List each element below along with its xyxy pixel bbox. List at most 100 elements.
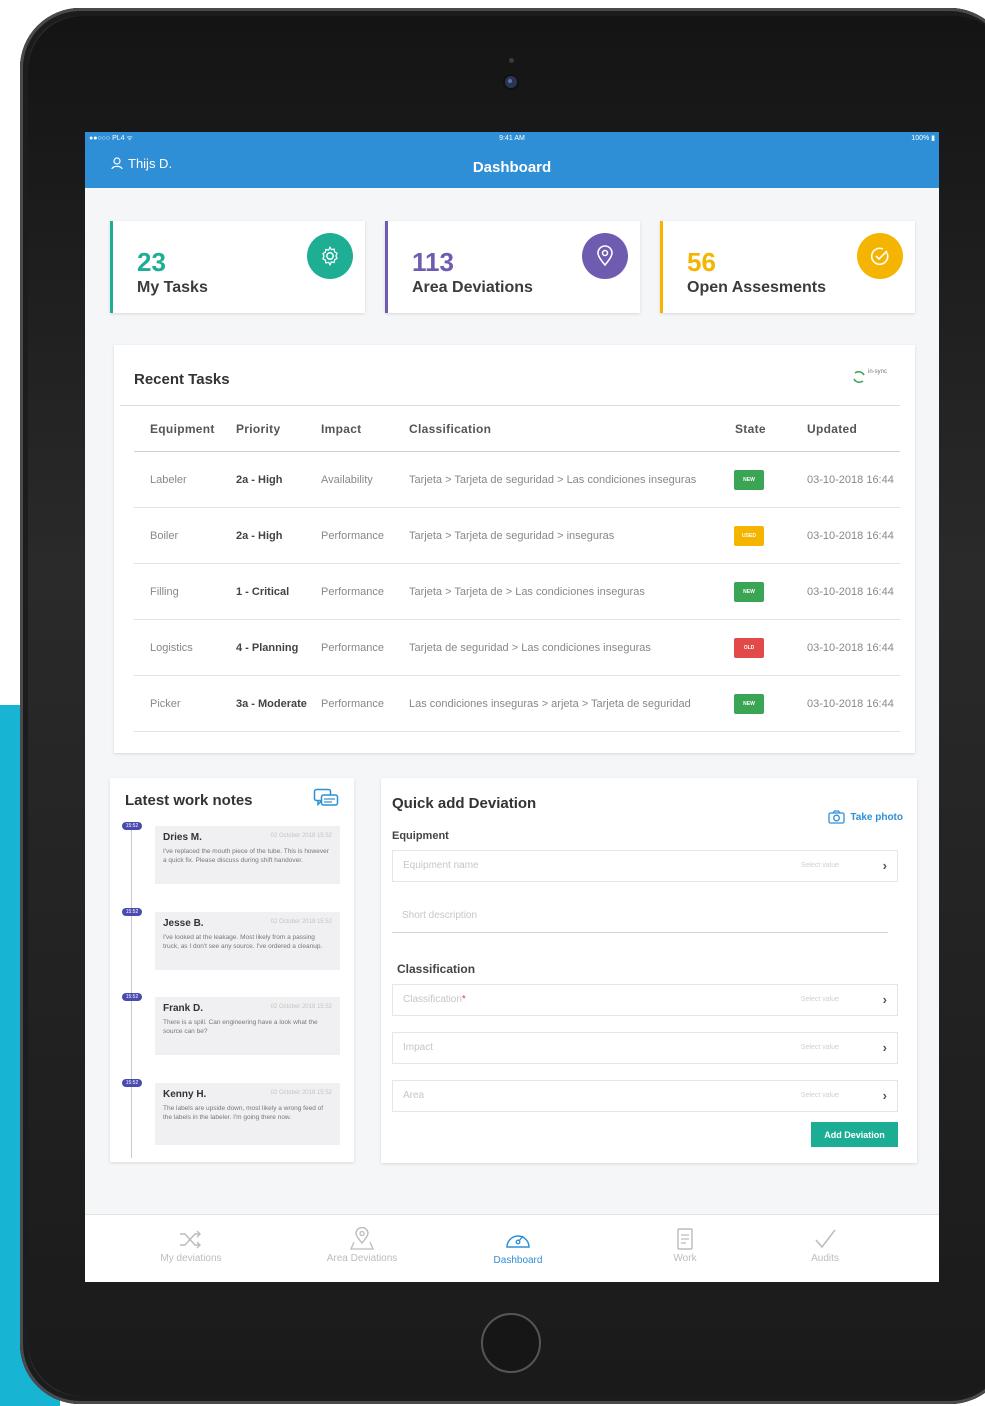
table-header-row: Equipment Priority Impact Classification… xyxy=(134,406,900,452)
required-asterisk: * xyxy=(461,994,466,1005)
check-circle-icon xyxy=(857,233,903,279)
classification-placeholder: Classification* xyxy=(403,994,466,1005)
work-note[interactable]: Frank D. 02 October 2018 15:52 There is … xyxy=(155,997,340,1055)
cell-updated: 03-10-2018 16:44 xyxy=(807,585,894,598)
short-description-placeholder: Short description xyxy=(402,910,478,921)
home-button[interactable] xyxy=(481,1313,541,1373)
speedometer-icon xyxy=(506,1235,530,1248)
area-placeholder: Area xyxy=(403,1090,425,1101)
cell-classification: Tarjeta > Tarjeta de > Las condiciones i… xyxy=(409,585,645,598)
table-row[interactable]: Filling 1 - Critical Performance Tarjeta… xyxy=(134,564,900,620)
status-badge: NEW xyxy=(734,693,764,714)
table-row[interactable]: Picker 3a - Moderate Performance Las con… xyxy=(134,676,900,732)
tab-work[interactable]: Work xyxy=(615,1227,755,1264)
cell-equipment: Picker xyxy=(150,697,181,710)
status-badge: OLD xyxy=(734,637,764,658)
recent-tasks-title: Recent Tasks xyxy=(134,371,230,388)
cell-priority: 2a - High xyxy=(236,473,283,486)
impact-select[interactable]: Impact Select value › xyxy=(392,1032,898,1064)
cell-classification: Las condiciones inseguras > arjeta > Tar… xyxy=(409,697,691,710)
chevron-right-icon: › xyxy=(882,858,887,873)
cell-impact: Performance xyxy=(321,529,384,542)
column-header-updated[interactable]: Updated xyxy=(807,422,857,436)
stat-card-area-deviations[interactable]: 113 Area Deviations xyxy=(385,221,640,313)
sync-status[interactable]: in-sync xyxy=(852,369,887,385)
equipment-label: Equipment xyxy=(392,830,449,842)
clock: 9:41 AM xyxy=(499,135,525,142)
chat-icon[interactable] xyxy=(313,788,339,810)
take-photo-button[interactable]: Take photo xyxy=(828,810,903,824)
cell-impact: Performance xyxy=(321,641,384,654)
column-header-classification[interactable]: Classification xyxy=(409,422,491,436)
cell-priority: 1 - Critical xyxy=(236,585,290,598)
cell-equipment: Boiler xyxy=(150,529,179,542)
checkmark-icon xyxy=(815,1229,836,1249)
column-header-impact[interactable]: Impact xyxy=(321,422,361,436)
table-row[interactable]: Labeler 2a - High Availability Tarjeta >… xyxy=(134,452,900,508)
shuffle-icon xyxy=(180,1230,201,1249)
table-row[interactable]: Boiler 2a - High Performance Tarjeta > T… xyxy=(134,508,900,564)
location-pin-icon xyxy=(582,233,628,279)
note-date: 02 October 2018 15:52 xyxy=(270,1004,332,1010)
stat-card-open-assesments[interactable]: 56 Open Assesments xyxy=(660,221,915,313)
top-nav-bar: Thijs D. Dashboard xyxy=(85,146,939,188)
select-value-hint: Select value xyxy=(800,996,839,1003)
work-note[interactable]: Jesse B. 02 October 2018 15:52 I've look… xyxy=(155,912,340,970)
map-pin-icon xyxy=(350,1227,374,1250)
work-notes-card: Latest work notes 15:52 Dries M. 02 Octo… xyxy=(110,778,354,1162)
quick-add-title: Quick add Deviation xyxy=(392,795,537,812)
tab-label: Dashboard xyxy=(493,1255,543,1266)
sync-label: in-sync xyxy=(867,369,887,375)
equipment-select[interactable]: Equipment name Select value › xyxy=(392,850,898,882)
front-camera xyxy=(505,76,517,88)
stat-card-my-tasks[interactable]: 23 My Tasks xyxy=(110,221,365,313)
bottom-tab-bar: My deviations Area Deviations Dashboard … xyxy=(85,1214,939,1282)
work-note[interactable]: Dries M. 02 October 2018 15:52 I've repl… xyxy=(155,826,340,884)
sync-icon xyxy=(853,370,865,384)
tab-dashboard[interactable]: Dashboard xyxy=(448,1227,588,1266)
work-notes-title: Latest work notes xyxy=(125,792,253,809)
status-bar: ●●○○○ PL4 ᯤ 9:41 AM 100% ▮ xyxy=(85,132,939,146)
cell-classification: Tarjeta de seguridad > Las condiciones i… xyxy=(409,641,651,654)
tab-label: Audits xyxy=(811,1253,839,1264)
cell-classification: Tarjeta > Tarjeta de seguridad > insegur… xyxy=(409,529,615,542)
tab-label: Area Deviations xyxy=(326,1253,398,1264)
cell-impact: Performance xyxy=(321,697,384,710)
note-date: 02 October 2018 15:52 xyxy=(270,833,332,839)
short-description-input[interactable]: Short description xyxy=(392,902,888,933)
classification-select[interactable]: Classification* Select value › xyxy=(392,984,898,1016)
area-select[interactable]: Area Select value › xyxy=(392,1080,898,1112)
column-header-priority[interactable]: Priority xyxy=(236,422,280,436)
quick-add-card: Quick add Deviation Take photo Equipment… xyxy=(381,778,917,1163)
select-value-hint: Select value xyxy=(800,1092,839,1099)
app-screen: ●●○○○ PL4 ᯤ 9:41 AM 100% ▮ Thijs D. Dash… xyxy=(85,132,939,1282)
stat-label: Area Deviations xyxy=(412,279,533,296)
timeline-time: 15:52 xyxy=(122,908,142,916)
work-note[interactable]: Kenny H. 02 October 2018 15:52 The label… xyxy=(155,1083,340,1145)
recent-tasks-card: Recent Tasks in-sync Equipment Priority … xyxy=(114,345,915,753)
gear-icon xyxy=(307,233,353,279)
timeline-time: 15:52 xyxy=(122,1079,142,1087)
status-badge: USED xyxy=(734,525,764,546)
note-text: There is a spill. Can engineering have a… xyxy=(163,1019,318,1035)
timeline-line xyxy=(131,824,132,1158)
tab-label: My deviations xyxy=(160,1253,222,1264)
stat-label: Open Assesments xyxy=(687,279,827,296)
tab-my-deviations[interactable]: My deviations xyxy=(121,1227,261,1264)
tab-area-deviations[interactable]: Area Deviations xyxy=(292,1227,432,1264)
column-header-state[interactable]: State xyxy=(735,422,766,436)
add-deviation-button[interactable]: Add Deviation xyxy=(811,1122,898,1147)
column-header-equipment[interactable]: Equipment xyxy=(150,422,215,436)
note-text: I've replaced the mouth piece of the tub… xyxy=(163,848,329,864)
note-text: The labels are upside down, most likely … xyxy=(163,1105,324,1121)
cell-updated: 03-10-2018 16:44 xyxy=(807,697,894,710)
cell-updated: 03-10-2018 16:44 xyxy=(807,529,894,542)
note-date: 02 October 2018 15:52 xyxy=(270,919,332,925)
table-row[interactable]: Logistics 4 - Planning Performance Tarje… xyxy=(134,620,900,676)
cell-updated: 03-10-2018 16:44 xyxy=(807,641,894,654)
cell-impact: Performance xyxy=(321,585,384,598)
tab-audits[interactable]: Audits xyxy=(755,1227,895,1264)
chevron-right-icon: › xyxy=(882,992,887,1007)
status-badge: NEW xyxy=(734,469,764,490)
recent-tasks-table: Equipment Priority Impact Classification… xyxy=(120,405,900,732)
